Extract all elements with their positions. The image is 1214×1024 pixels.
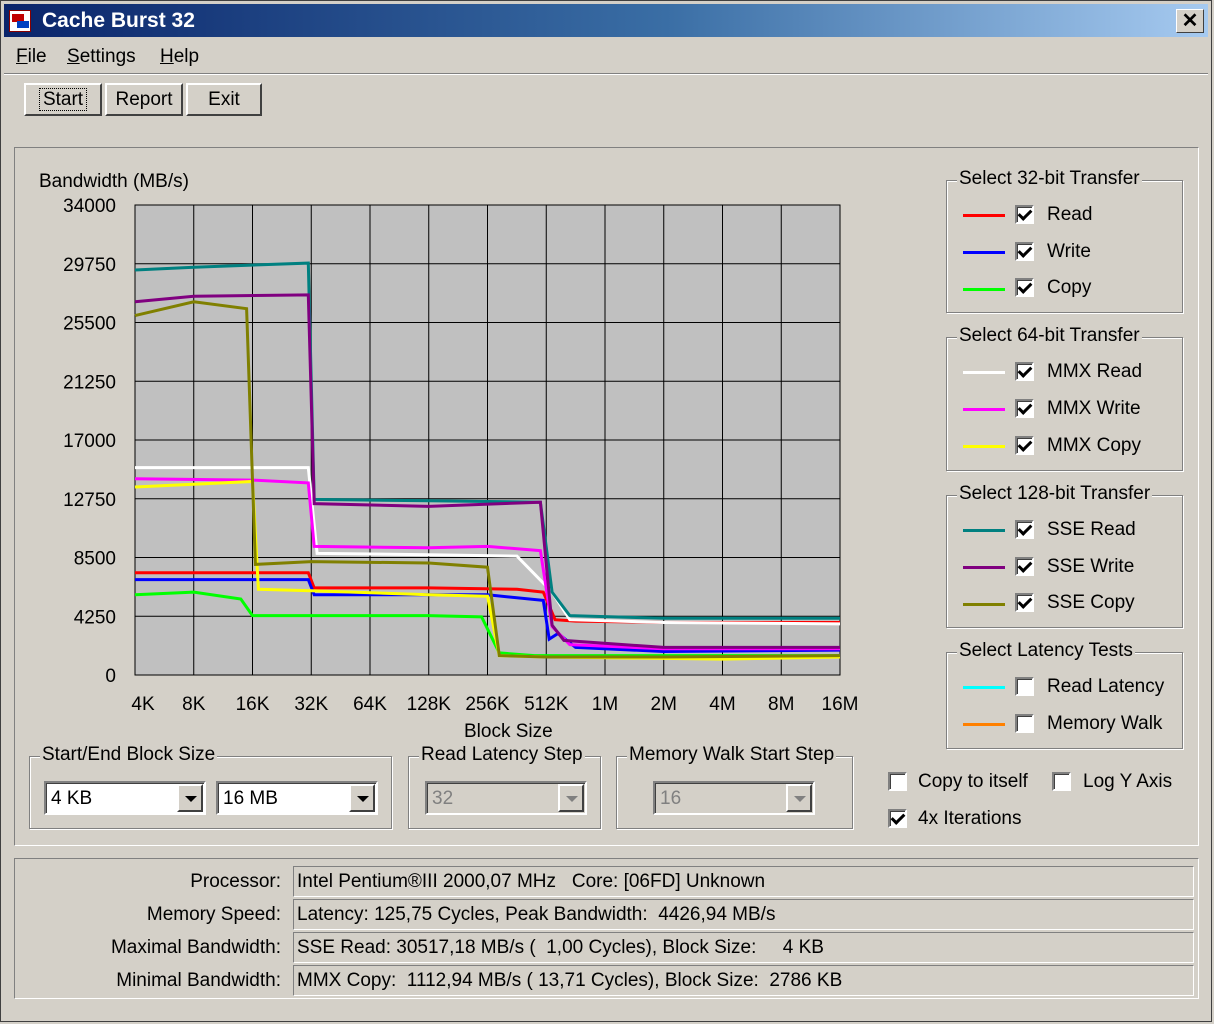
start-block-size-select[interactable]: 4 KB — [44, 781, 206, 815]
max-bandwidth-label: Maximal Bandwidth: — [110, 937, 281, 958]
min-bandwidth-label: Minimal Bandwidth: — [116, 970, 281, 991]
x-tick-label: 8K — [182, 694, 206, 715]
processor-field: Intel Pentium®III 2000,07 MHz Core: [06F… — [293, 866, 1194, 897]
checkbox-sse-read[interactable] — [1015, 520, 1034, 539]
y-tick-label: 25500 — [63, 314, 116, 335]
label-write: Write — [1047, 241, 1091, 262]
swatch-memory-walk — [963, 723, 1005, 726]
min-bandwidth-field: MMX Copy: 1112,94 MB/s ( 13,71 Cycles), … — [293, 965, 1194, 996]
memory-walk-step-select: 16 — [653, 781, 815, 815]
processor-label: Processor: — [190, 871, 281, 892]
swatch-sse-copy — [963, 603, 1005, 606]
x-tick-label: 16M — [822, 694, 859, 715]
label-mmx-write: MMX Write — [1047, 398, 1141, 419]
x-tick-label: 1M — [592, 694, 618, 715]
y-axis-title: Bandwidth (MB/s) — [39, 171, 189, 192]
checkbox-read[interactable] — [1015, 205, 1034, 224]
group-read-latency-step: Read Latency Step 32 — [408, 744, 601, 829]
x-tick-label: 512K — [524, 694, 569, 715]
swatch-mmx-write — [963, 408, 1005, 411]
memory-speed-label: Memory Speed: — [146, 904, 281, 925]
y-tick-label: 0 — [105, 666, 116, 687]
group-latency-title: Select Latency Tests — [957, 640, 1135, 662]
checkbox-mmx-copy[interactable] — [1015, 436, 1034, 455]
y-tick-labels: 34000 29750 25500 21250 17000 12750 8500 4250 0 — [63, 196, 116, 687]
y-tick-label: 29750 — [63, 255, 116, 276]
y-tick-label: 17000 — [63, 431, 116, 452]
checkbox-read-latency[interactable] — [1015, 677, 1034, 696]
group-latency: Select Latency Tests Read Latency Memory… — [946, 640, 1183, 749]
chevron-down-icon — [558, 784, 584, 812]
x-tick-label: 16K — [236, 694, 270, 715]
group-128bit: Select 128-bit Transfer SSE Read SSE Wri… — [946, 483, 1183, 628]
label-memory-walk: Memory Walk — [1047, 713, 1163, 734]
x-tick-label: 64K — [353, 694, 387, 715]
checkbox-copy-to-itself[interactable] — [888, 772, 907, 791]
swatch-mmx-copy — [963, 445, 1005, 448]
checkbox-4x-iterations[interactable] — [888, 809, 907, 828]
checkbox-sse-copy[interactable] — [1015, 593, 1034, 612]
label-mmx-copy: MMX Copy — [1047, 435, 1141, 456]
x-axis-title: Block Size — [464, 721, 553, 742]
label-mmx-read: MMX Read — [1047, 361, 1143, 382]
bandwidth-chart: Bandwidth (MB/s) Block Size 34000 29750 25… — [39, 171, 858, 742]
swatch-write — [963, 251, 1005, 254]
label-4x-iterations: 4x Iterations — [918, 808, 1022, 829]
checkbox-sse-write[interactable] — [1015, 557, 1034, 576]
read-latency-step-select: 32 — [425, 781, 587, 815]
swatch-copy — [963, 288, 1005, 291]
label-sse-read: SSE Read — [1047, 519, 1136, 540]
swatch-sse-write — [963, 566, 1005, 569]
group-block-size: Start/End Block Size 4 KB 16 MB — [29, 744, 392, 829]
x-tick-label: 256K — [465, 694, 510, 715]
label-log-y-axis: Log Y Axis — [1083, 771, 1173, 792]
label-sse-copy: SSE Copy — [1047, 592, 1135, 613]
label-sse-write: SSE Write — [1047, 556, 1135, 577]
group-32bit: Select 32-bit Transfer Read Write Copy — [946, 168, 1183, 313]
group-64bit-title: Select 64-bit Transfer — [957, 325, 1142, 347]
x-tick-label: 8M — [768, 694, 794, 715]
group-128bit-title: Select 128-bit Transfer — [957, 483, 1153, 505]
group-64bit: Select 64-bit Transfer MMX Read MMX Writ… — [946, 325, 1183, 471]
checkbox-copy[interactable] — [1015, 278, 1034, 297]
chevron-down-icon — [786, 784, 812, 812]
swatch-read-latency — [963, 686, 1005, 689]
x-tick-label: 128K — [407, 694, 452, 715]
label-copy-to-itself: Copy to itself — [918, 771, 1028, 792]
checkbox-log-y-axis[interactable] — [1052, 772, 1071, 791]
x-tick-label: 2M — [651, 694, 677, 715]
x-tick-label: 4K — [131, 694, 155, 715]
max-bandwidth-field: SSE Read: 30517,18 MB/s ( 1,00 Cycles), … — [293, 932, 1194, 963]
swatch-mmx-read — [963, 371, 1005, 374]
chevron-down-icon[interactable] — [177, 784, 203, 812]
label-copy: Copy — [1047, 277, 1092, 298]
checkbox-mmx-write[interactable] — [1015, 399, 1034, 418]
checkbox-memory-walk[interactable] — [1015, 714, 1034, 733]
checkbox-write[interactable] — [1015, 242, 1034, 261]
label-read: Read — [1047, 204, 1093, 225]
app-window: Cache Burst 32 ✕ File Settings Help Star… — [0, 0, 1212, 1022]
block-size-title: Start/End Block Size — [40, 744, 218, 766]
close-button[interactable]: ✕ — [1176, 9, 1204, 33]
y-tick-label: 21250 — [63, 372, 116, 393]
x-tick-label: 32K — [294, 694, 328, 715]
y-tick-label: 8500 — [74, 549, 116, 570]
chevron-down-icon[interactable] — [349, 784, 375, 812]
label-read-latency: Read Latency — [1047, 676, 1165, 697]
x-tick-label: 4M — [709, 694, 735, 715]
read-latency-step-title: Read Latency Step — [419, 744, 585, 766]
end-block-size-select[interactable]: 16 MB — [216, 781, 378, 815]
group-memory-walk-step: Memory Walk Start Step 16 — [616, 744, 853, 829]
y-tick-label: 4250 — [74, 607, 116, 628]
group-32bit-title: Select 32-bit Transfer — [957, 168, 1142, 190]
y-tick-label: 12750 — [63, 490, 116, 511]
y-tick-label: 34000 — [63, 196, 116, 217]
memory-speed-field: Latency: 125,75 Cycles, Peak Bandwidth: … — [293, 899, 1194, 930]
swatch-sse-read — [963, 529, 1005, 532]
memory-walk-step-title: Memory Walk Start Step — [627, 744, 837, 766]
x-tick-labels: 4K 8K 16K 32K 64K 128K 256K 512K 1M 2M 4M 8M 16M — [131, 694, 858, 715]
checkbox-mmx-read[interactable] — [1015, 362, 1034, 381]
swatch-read — [963, 214, 1005, 217]
